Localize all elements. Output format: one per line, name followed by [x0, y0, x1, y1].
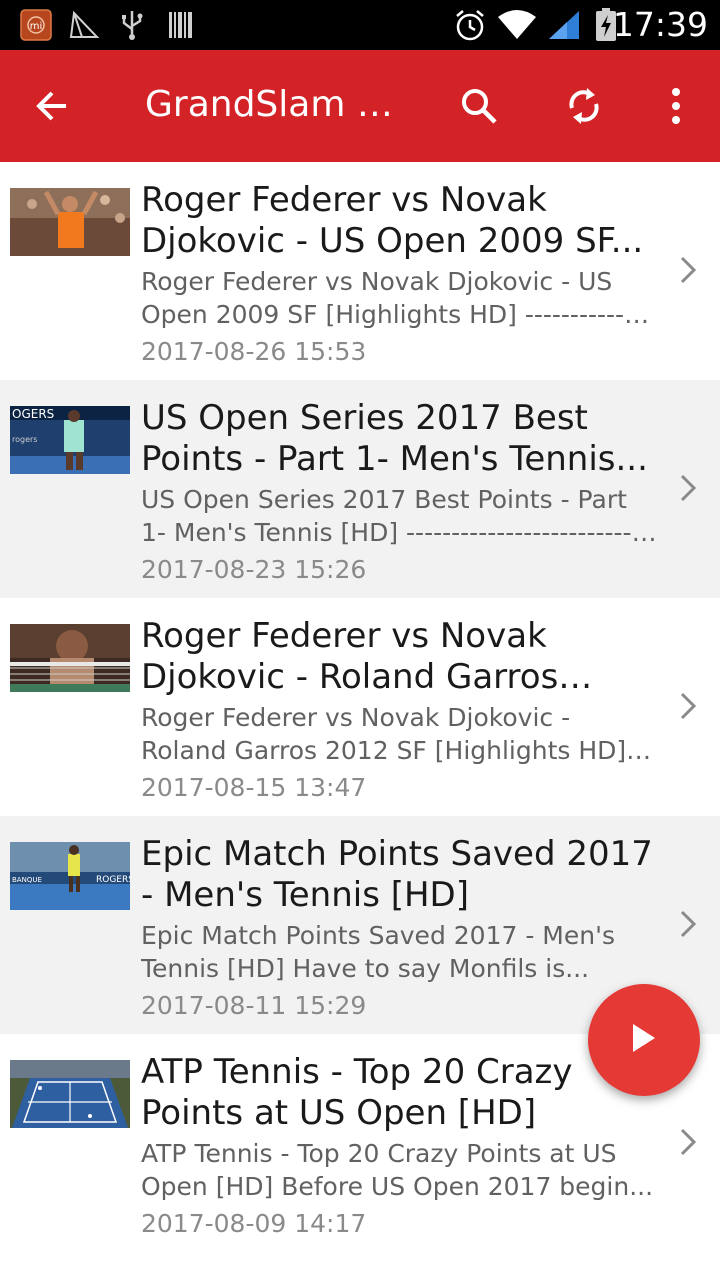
status-bar: mi 17:39: [0, 0, 720, 50]
video-description: US Open Series 2017 Best Points - Part 1…: [141, 485, 641, 547]
usb-icon: [116, 8, 148, 42]
barcode-icon: [166, 8, 196, 42]
chevron-right-icon: [672, 906, 704, 942]
app-bar: GrandSlam H...: [0, 50, 720, 162]
play-icon: [629, 1021, 659, 1059]
video-date: 2017-08-11 15:29: [141, 991, 367, 1020]
video-thumbnail[interactable]: [10, 1060, 130, 1128]
svg-text:rogers: rogers: [12, 435, 37, 444]
svg-text:ROGERS: ROGERS: [96, 875, 130, 885]
status-time: 17:39: [612, 5, 708, 44]
video-thumbnail[interactable]: [10, 188, 130, 256]
video-title: Epic Match Points Saved 2017 - Men's Ten…: [141, 834, 653, 915]
signal-icon: [546, 8, 582, 42]
chevron-right-icon: [672, 688, 704, 724]
play-fab-button[interactable]: [588, 984, 700, 1096]
video-description: ATP Tennis - Top 20 Crazy Points at US O…: [141, 1139, 654, 1201]
refresh-icon[interactable]: [552, 74, 616, 138]
video-description: Roger Federer vs Novak Djokovic - Roland…: [141, 703, 627, 765]
chevron-right-icon: [672, 1124, 704, 1160]
video-thumbnail[interactable]: OGERS rogers: [10, 406, 130, 474]
video-thumbnail[interactable]: [10, 624, 130, 692]
svg-text:mi: mi: [30, 21, 43, 32]
mi-app-icon: mi: [19, 8, 53, 42]
wifi-icon: [497, 8, 537, 42]
arrow-left-icon[interactable]: [20, 74, 84, 138]
video-title: Roger Federer vs Novak Djokovic - US Ope…: [141, 180, 644, 261]
page-title: GrandSlam H...: [145, 84, 415, 125]
video-description: Epic Match Points Saved 2017 - Men's Ten…: [141, 921, 615, 983]
video-list: Roger Federer vs Novak Djokovic - US Ope…: [0, 162, 720, 1252]
video-thumbnail[interactable]: BANQUE ROGERS: [10, 842, 130, 910]
video-list-item[interactable]: Roger Federer vs Novak Djokovic - US Ope…: [0, 162, 720, 380]
svg-text:BANQUE: BANQUE: [12, 876, 42, 884]
video-description: Roger Federer vs Novak Djokovic - US Ope…: [141, 267, 643, 329]
video-list-item[interactable]: Roger Federer vs Novak Djokovic - Roland…: [0, 598, 720, 816]
paper-plane-icon: [67, 8, 101, 42]
chevron-right-icon: [672, 252, 704, 288]
video-title: US Open Series 2017 Best Points - Part 1…: [141, 398, 648, 479]
video-title: Roger Federer vs Novak Djokovic - Roland…: [141, 616, 559, 697]
svg-text:OGERS: OGERS: [12, 407, 54, 421]
alarm-icon: [452, 8, 488, 42]
video-date: 2017-08-15 13:47: [141, 773, 367, 802]
video-title: ATP Tennis - Top 20 Crazy Points at US O…: [141, 1052, 573, 1133]
video-date: 2017-08-26 15:53: [141, 337, 367, 366]
search-icon[interactable]: [447, 74, 511, 138]
more-vertical-icon[interactable]: [644, 74, 708, 138]
video-date: 2017-08-09 14:17: [141, 1209, 367, 1238]
video-date: 2017-08-23 15:26: [141, 555, 367, 584]
video-list-item[interactable]: OGERS rogers US Open Series 2017 Best Poi…: [0, 380, 720, 598]
chevron-right-icon: [672, 470, 704, 506]
